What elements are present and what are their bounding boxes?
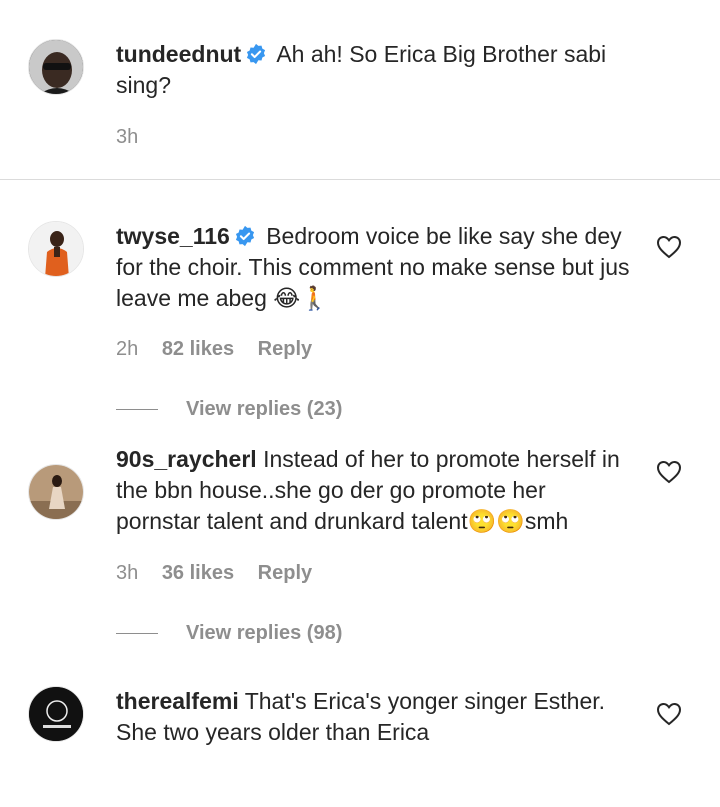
view-replies-label: View replies (98) bbox=[186, 622, 343, 644]
view-replies-button[interactable]: View replies (98) bbox=[116, 622, 342, 645]
comment-meta: 3h 36 likes Reply bbox=[116, 562, 330, 585]
view-replies-button[interactable]: View replies (23) bbox=[116, 398, 342, 421]
reply-button[interactable]: Reply bbox=[258, 338, 312, 360]
username[interactable]: tundeednut bbox=[116, 41, 241, 67]
verified-badge-icon bbox=[235, 225, 254, 247]
username[interactable]: therealfemi bbox=[116, 688, 239, 714]
comment-text-block: twyse_116 Bedroom voice be like say she … bbox=[116, 221, 636, 314]
username[interactable]: 90s_raycherl bbox=[116, 446, 257, 472]
caption-meta: 3h bbox=[116, 126, 156, 149]
caption-text-block: tundeednut Ah ah! So Erica Big Brother s… bbox=[116, 39, 656, 101]
comment-text-block: therealfemi That's Erica's yonger singer… bbox=[116, 686, 636, 748]
heart-outline-icon[interactable] bbox=[656, 702, 682, 726]
avatar[interactable] bbox=[28, 464, 84, 520]
timestamp: 3h bbox=[116, 562, 139, 584]
divider-line bbox=[116, 633, 158, 634]
likes-count[interactable]: 82 likes bbox=[162, 338, 234, 360]
avatar[interactable] bbox=[28, 39, 84, 95]
heart-outline-icon[interactable] bbox=[656, 235, 682, 259]
comment: 90s_raycherl Instead of her to promote h… bbox=[0, 422, 720, 664]
view-replies-label: View replies (23) bbox=[186, 398, 343, 420]
reply-button[interactable]: Reply bbox=[258, 562, 312, 584]
comment-text-block: 90s_raycherl Instead of her to promote h… bbox=[116, 444, 636, 537]
likes-count[interactable]: 36 likes bbox=[162, 562, 234, 584]
post-caption: tundeednut Ah ah! So Erica Big Brother s… bbox=[0, 0, 720, 180]
avatar[interactable] bbox=[28, 221, 84, 277]
avatar[interactable] bbox=[28, 686, 84, 742]
username[interactable]: twyse_116 bbox=[116, 223, 230, 249]
timestamp: 2h bbox=[116, 338, 139, 360]
verified-badge-icon bbox=[247, 43, 266, 65]
timestamp: 3h bbox=[116, 126, 139, 148]
comment-meta: 2h 82 likes Reply bbox=[116, 338, 330, 361]
heart-outline-icon[interactable] bbox=[656, 460, 682, 484]
divider-line bbox=[116, 409, 158, 410]
comment: therealfemi That's Erica's yonger singer… bbox=[0, 664, 720, 807]
comment: twyse_116 Bedroom voice be like say she … bbox=[0, 180, 720, 422]
